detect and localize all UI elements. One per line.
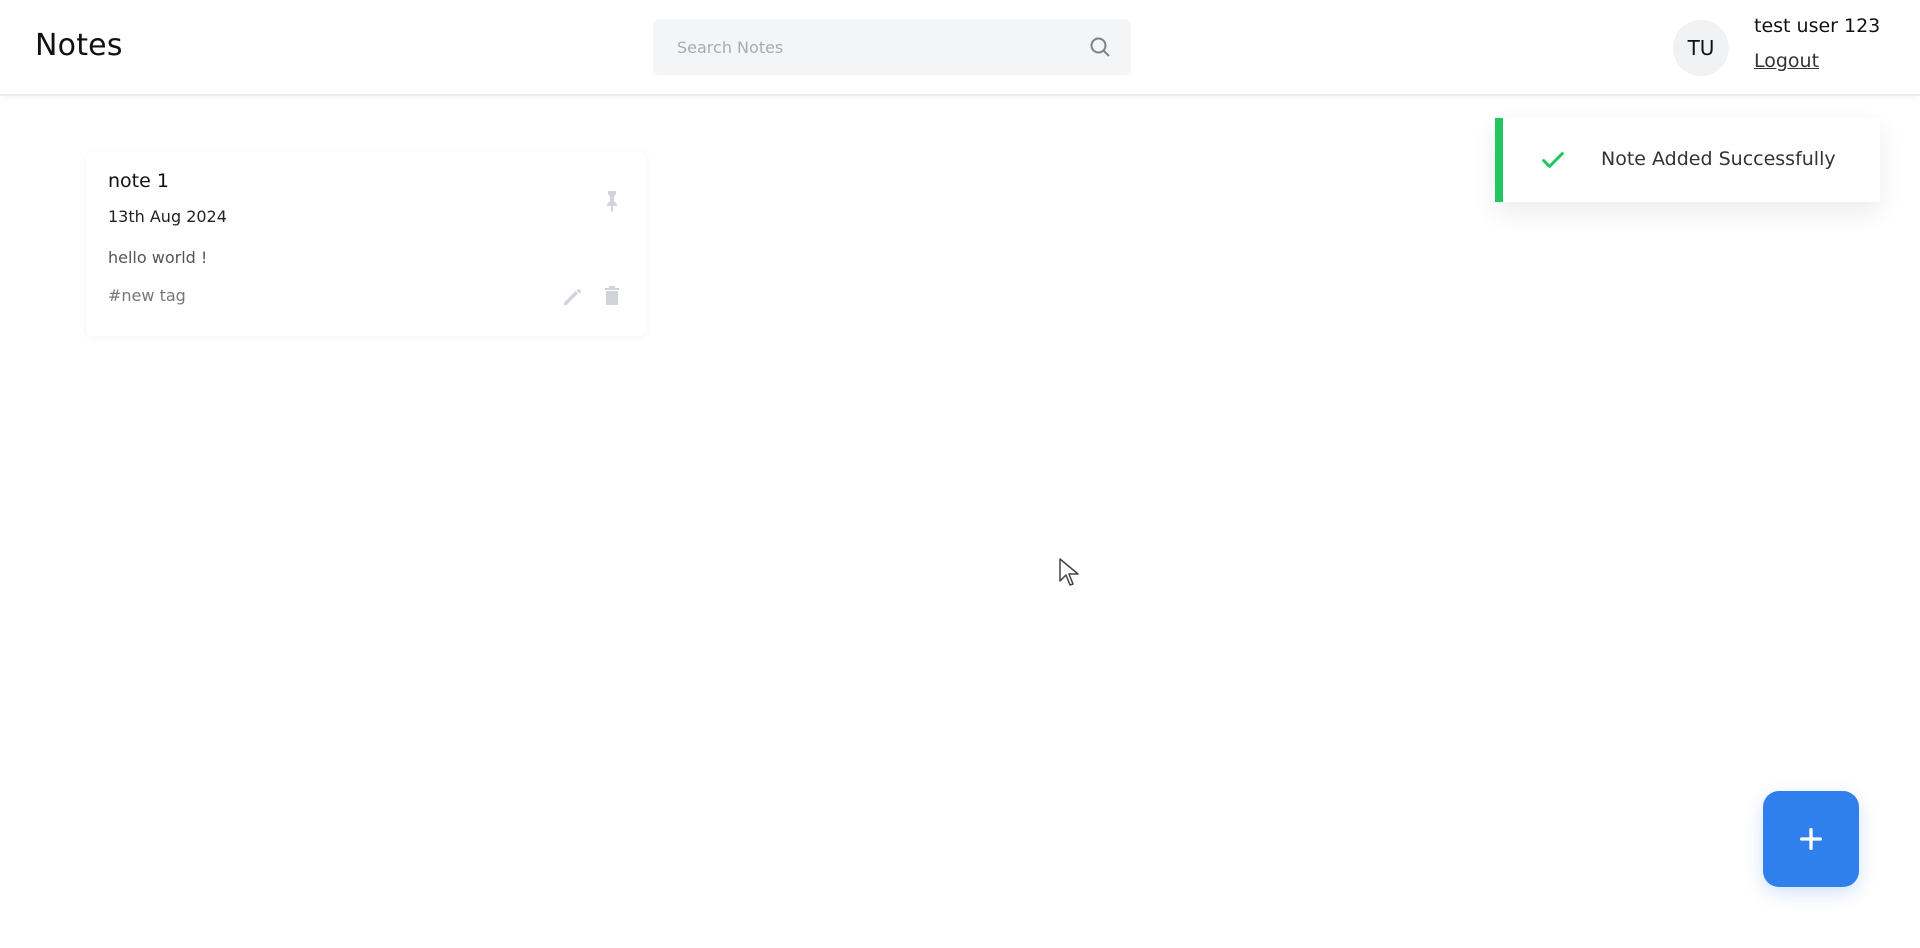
note-tag: #new tag: [108, 286, 186, 305]
edit-icon[interactable]: [560, 284, 584, 308]
note-title: note 1: [108, 170, 169, 192]
user-avatar: TU: [1673, 20, 1729, 76]
note-date: 13th Aug 2024: [108, 207, 227, 226]
search-input[interactable]: [675, 19, 1087, 75]
delete-icon[interactable]: [600, 284, 624, 308]
mouse-cursor-icon: [1058, 557, 1082, 589]
pin-icon[interactable]: [600, 188, 624, 212]
note-content: hello world !: [108, 248, 208, 267]
check-icon: [1539, 146, 1567, 174]
user-name: test user 123: [1754, 15, 1881, 37]
toast-message: Note Added Successfully: [1601, 148, 1836, 170]
search-bar: [653, 19, 1131, 75]
top-navbar: Notes TU test user 123 Logout: [0, 0, 1920, 96]
search-icon[interactable]: [1087, 34, 1113, 60]
user-initials: TU: [1687, 36, 1715, 60]
add-note-button[interactable]: [1763, 791, 1859, 887]
success-toast: Note Added Successfully: [1495, 118, 1880, 202]
logout-link[interactable]: Logout: [1754, 50, 1819, 72]
app-title: Notes: [35, 28, 123, 63]
note-card[interactable]: note 1 13th Aug 2024 hello world ! #new …: [86, 152, 646, 336]
